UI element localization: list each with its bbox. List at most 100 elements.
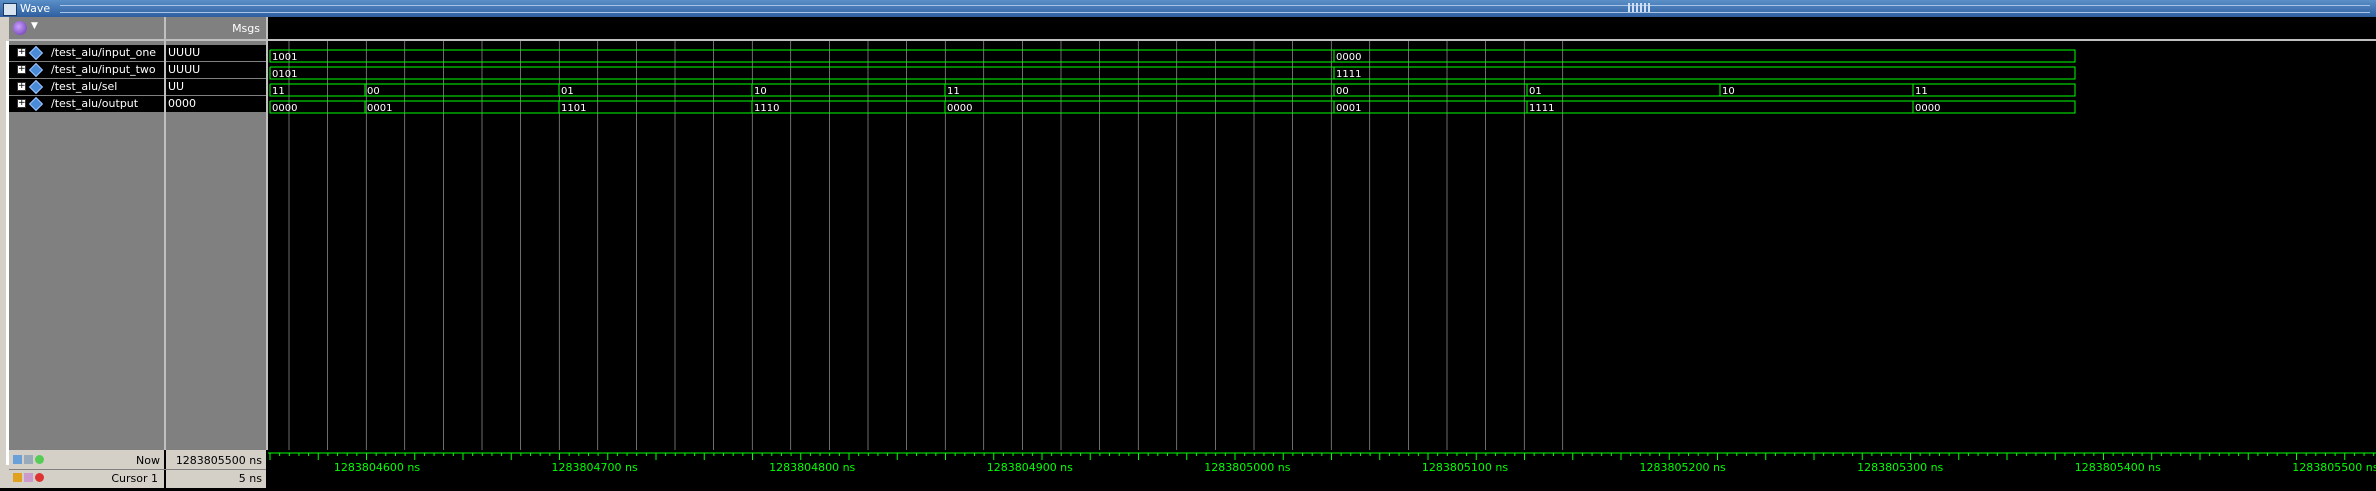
wave-segment: [1333, 49, 2076, 63]
wave-segment: [1333, 100, 1528, 114]
value-row-sel[interactable]: UU: [166, 79, 266, 95]
signal-name: /test_alu/input_one: [51, 46, 157, 59]
time-label: 1283805000 ns: [1204, 461, 1290, 474]
wave-segment: [1333, 83, 1528, 97]
wave-value-label: 0000: [947, 103, 972, 114]
wave-value-label: 1111: [1336, 69, 1361, 80]
expand-icon[interactable]: +: [17, 82, 26, 91]
wave-segment: [751, 100, 946, 114]
wave-value-label: 11: [1915, 86, 1928, 97]
time-label: 1283804800 ns: [769, 461, 855, 474]
waveform-header-rule: [268, 39, 2376, 41]
wave-value-label: 11: [947, 86, 960, 97]
signal-name: /test_alu/sel: [51, 80, 118, 93]
wave-value-label: 00: [1336, 86, 1349, 97]
wave-value-label: 0001: [1336, 103, 1361, 114]
signal-value: UUUU: [168, 46, 201, 59]
wave-value-label: 10: [754, 86, 767, 97]
zoom-icon[interactable]: [13, 455, 22, 464]
cursor-icons: [13, 472, 46, 485]
wave-segment: [269, 66, 1335, 80]
signal-name: /test_alu/output: [51, 97, 139, 110]
delete-cursor-icon[interactable]: [35, 473, 44, 482]
wave-value-label: 1110: [754, 103, 779, 114]
wave-segment: [1333, 66, 2076, 80]
chevron-down-icon[interactable]: ▼: [31, 21, 38, 31]
status-divider: [9, 469, 266, 470]
wave-segment: [1912, 83, 2076, 97]
wave-value-label: 0101: [272, 69, 297, 80]
window-titlebar[interactable]: Wave: [0, 0, 2376, 17]
time-label: 1283804900 ns: [987, 461, 1073, 474]
signal-diamond-icon: [28, 45, 44, 61]
cursor-value: 5 ns: [238, 472, 262, 485]
signal-diamond-icon: [28, 62, 44, 78]
time-ruler[interactable]: 1283804600 ns 1283804700 ns 1283804800 ns 1…: [268, 450, 2376, 488]
signal-row-input-one[interactable]: + /test_alu/input_one: [9, 45, 164, 61]
drag-handle-icon[interactable]: [1628, 3, 1650, 12]
now-label: Now: [136, 454, 160, 467]
wave-options-icon[interactable]: [13, 21, 27, 35]
wave-segment: [558, 83, 753, 97]
expand-icon[interactable]: +: [17, 48, 26, 57]
wave-value-label: 11: [272, 86, 285, 97]
wave-segment: [269, 49, 1335, 63]
wave-segment: [944, 100, 1335, 114]
time-label: 1283804600 ns: [334, 461, 420, 474]
value-row-output[interactable]: 0000: [166, 96, 266, 112]
cursor-label: Cursor 1: [111, 472, 158, 485]
wave-segment: [364, 83, 560, 97]
wave-segment: [1719, 83, 1914, 97]
signal-row-sel[interactable]: + /test_alu/sel: [9, 79, 164, 95]
title-rule: [60, 5, 2370, 13]
value-pane-header: Msgs: [166, 17, 266, 41]
time-label: 1283805200 ns: [1640, 461, 1726, 474]
value-row-input-two[interactable]: UUUU: [166, 62, 266, 78]
grid-icon[interactable]: [24, 455, 33, 464]
wave-value-label: 1001: [272, 52, 297, 63]
wave-value-label: 01: [561, 86, 574, 97]
wave-segment: [944, 83, 1335, 97]
value-row-input-one[interactable]: UUUU: [166, 45, 266, 61]
wave-window-icon: [3, 3, 17, 16]
now-value: 1283805500 ns: [175, 454, 262, 467]
signal-diamond-icon: [28, 79, 44, 95]
wave-segment: [1526, 100, 1914, 114]
lock-icon[interactable]: [13, 473, 22, 482]
window-title: Wave: [20, 2, 51, 15]
add-cursor-icon[interactable]: [35, 455, 44, 464]
time-label: 1283805400 ns: [2075, 461, 2161, 474]
edit-icon[interactable]: [24, 473, 33, 482]
wave-value-label: 1101: [561, 103, 586, 114]
name-pane-header: ▼: [9, 17, 164, 41]
wave-value-label: 0001: [367, 103, 392, 114]
signal-value: UU: [168, 80, 185, 93]
signal-value: 0000: [168, 97, 196, 110]
wave-segment: [751, 83, 946, 97]
signal-diamond-icon: [28, 96, 44, 112]
wave-segment: [1526, 83, 1721, 97]
waveform-canvas[interactable]: 1001 00000101 111111 00 01 10 11 00 01 10 110000 00…: [268, 17, 2376, 450]
time-label: 1283805100 ns: [1422, 461, 1508, 474]
signal-value: UUUU: [168, 63, 201, 76]
wave-segment: [558, 100, 753, 114]
time-label: 1283805300 ns: [1857, 461, 1943, 474]
signal-name: /test_alu/input_two: [51, 63, 156, 76]
msgs-label: Msgs: [232, 22, 260, 35]
time-label: 1283804700 ns: [552, 461, 638, 474]
wave-segment: [364, 100, 560, 114]
time-ruler-canvas[interactable]: 1283804600 ns 1283804700 ns 1283804800 ns 1…: [268, 450, 2376, 488]
signal-row-output[interactable]: + /test_alu/output: [9, 96, 164, 112]
wave-value-label: 00: [367, 86, 380, 97]
expand-icon[interactable]: +: [17, 99, 26, 108]
wave-value-label: 0000: [1336, 52, 1361, 63]
wave-value-label: 0000: [272, 103, 297, 114]
signal-row-input-two[interactable]: + /test_alu/input_two: [9, 62, 164, 78]
left-edge-panel: [0, 17, 9, 488]
expand-icon[interactable]: +: [17, 65, 26, 74]
wave-value-label: 10: [1722, 86, 1735, 97]
wave-value-label: 1111: [1529, 103, 1554, 114]
waveform-pane[interactable]: 1001 0000 0101 1111 11 00 01 10 11 00 01 10 11 0000 00…: [268, 17, 2376, 450]
wave-value-label: 0000: [1915, 103, 1940, 114]
status-icons: [13, 454, 46, 467]
